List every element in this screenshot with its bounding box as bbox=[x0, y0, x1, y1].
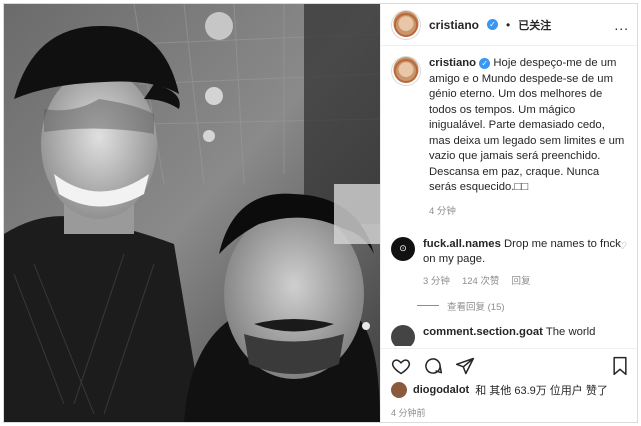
post-sidebar: cristiano ✓ • 已关注 ... cristiano ✓ Hoje d… bbox=[380, 4, 637, 422]
caption-avatar[interactable] bbox=[391, 56, 421, 86]
comment-item: ⊙ fuck.all.names Drop me names to fnck o… bbox=[391, 236, 629, 290]
comment-text: The world bbox=[545, 326, 596, 338]
caption-tail: □□ bbox=[514, 181, 529, 193]
liker-avatar[interactable] bbox=[391, 382, 407, 398]
comment-item: comment.section.goat The world bbox=[391, 325, 629, 346]
photo-image bbox=[4, 4, 380, 422]
liker-username[interactable]: diogodalot bbox=[413, 384, 469, 396]
post-date: 4 分钟前 bbox=[391, 408, 426, 418]
comment-likes[interactable]: 124 次赞 bbox=[462, 274, 500, 290]
verified-badge-icon: ✓ bbox=[479, 57, 491, 69]
caption-time: 4 分钟 bbox=[429, 205, 456, 217]
post-photo[interactable] bbox=[4, 4, 380, 422]
instagram-post: cristiano ✓ • 已关注 ... cristiano ✓ Hoje d… bbox=[3, 3, 638, 423]
reply-button[interactable]: 回复 bbox=[511, 274, 530, 290]
view-replies-button[interactable]: 查看回复 (15) bbox=[417, 299, 629, 313]
more-options-icon[interactable]: ... bbox=[614, 17, 629, 33]
following-button[interactable]: 已关注 bbox=[518, 17, 551, 33]
commenter-username[interactable]: fuck.all.names bbox=[423, 238, 501, 250]
share-icon[interactable] bbox=[455, 356, 475, 376]
heart-icon[interactable] bbox=[391, 356, 411, 376]
likes-summary: diogodalot 和 其他 63.9万 位用户 赞了 bbox=[391, 382, 629, 398]
author-username[interactable]: cristiano bbox=[429, 18, 479, 32]
commenter-avatar[interactable] bbox=[391, 325, 415, 346]
bookmark-icon[interactable] bbox=[611, 356, 629, 376]
caption: cristiano ✓ Hoje despeço-me de um amigo … bbox=[391, 56, 629, 217]
comment-icon[interactable] bbox=[423, 356, 443, 376]
comment-time: 3 分钟 bbox=[423, 275, 450, 287]
post-header: cristiano ✓ • 已关注 ... bbox=[381, 4, 637, 46]
comments-section[interactable]: cristiano ✓ Hoje despeço-me de um amigo … bbox=[381, 46, 637, 346]
header-separator: • bbox=[506, 17, 511, 32]
action-bar bbox=[381, 348, 637, 382]
likes-text[interactable]: 和 其他 63.9万 位用户 赞了 bbox=[475, 382, 608, 398]
commenter-avatar[interactable]: ⊙ bbox=[391, 236, 415, 261]
comment-like-heart-icon[interactable]: ♡ bbox=[618, 241, 627, 252]
verified-badge-icon: ✓ bbox=[487, 19, 499, 30]
caption-username[interactable]: cristiano bbox=[429, 57, 476, 69]
author-avatar[interactable] bbox=[391, 9, 421, 40]
caption-text: Hoje despeço-me de um amigo e o Mundo de… bbox=[429, 57, 625, 193]
commenter-username[interactable]: comment.section.goat bbox=[423, 326, 543, 338]
